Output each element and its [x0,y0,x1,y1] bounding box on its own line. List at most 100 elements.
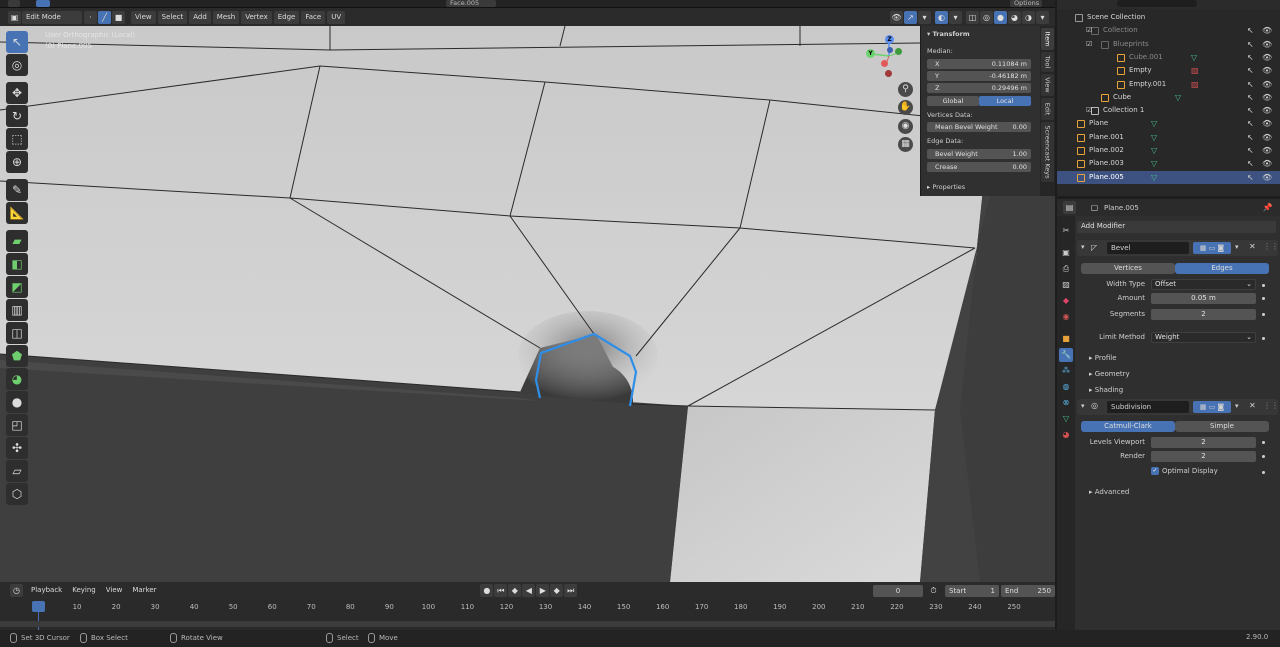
bevel-visibility-toggles[interactable]: ▦ ▭ ◙ [1193,242,1231,254]
loop-cut-icon[interactable]: ▥ [6,299,28,321]
render-levels-field[interactable]: 2 [1151,451,1256,462]
tab-tool[interactable]: Tool [1041,52,1054,72]
bevel-weight-field[interactable]: Bevel Weight 1.00 [927,149,1031,159]
gizmo-dropdown-icon[interactable]: ▾ [918,10,931,24]
tab-item[interactable]: Item [1041,28,1054,50]
selectable-icon[interactable]: ↖ [1247,131,1254,144]
bevel-icon[interactable]: ◩ [6,276,28,298]
inset-icon[interactable]: ◧ [6,253,28,275]
amount-field[interactable]: 0.05 m [1151,293,1256,304]
shading-panel[interactable]: ▸ Shading [1089,386,1123,394]
image-data-icon[interactable]: ▨ [1191,64,1199,77]
mean-bevel-weight-field[interactable]: Mean Bevel Weight 0.00 [927,122,1031,132]
rip-region-icon[interactable]: ⬡ [6,483,28,505]
modifier-tab-icon[interactable]: 🔧 [1059,348,1073,362]
visibility-eye-icon[interactable]: 👁 [1262,171,1272,184]
gizmo-neg-x[interactable] [885,70,892,77]
exclude-checkbox-icon[interactable]: ☑ [1086,104,1092,117]
mesh-data-icon[interactable]: ▽ [1151,131,1157,144]
timeline-scrollbar[interactable] [0,621,1055,627]
object-tab-icon[interactable]: ■ [1059,332,1073,346]
local-toggle[interactable]: Local [979,96,1031,106]
jump-end-icon[interactable]: ⏭ [564,584,578,597]
outliner-row[interactable]: Plane.002 ▽ ↖ 👁 [1057,144,1280,157]
scene-tab-icon[interactable]: ◆ [1059,294,1073,308]
measure-icon[interactable]: 📐 [6,202,28,224]
scale-icon[interactable]: ⬚ [6,128,28,150]
tool-tab-icon[interactable]: ✂ [1059,224,1073,238]
solid-shading-icon[interactable]: ● [994,10,1007,24]
outliner-row[interactable]: Empty ▨ ↖ 👁 [1057,64,1280,77]
close-icon[interactable]: ✕ [1249,242,1256,251]
vertex-select-icon[interactable]: · [84,10,97,24]
shear-icon[interactable]: ▱ [6,460,28,482]
edge-slide-icon[interactable]: ◰ [6,414,28,436]
xray-icon[interactable]: ◫ [966,10,979,24]
shading-dropdown-icon[interactable]: ▾ [1036,10,1049,24]
outliner-row[interactable]: Plane ▽ ↖ 👁 [1057,117,1280,130]
wireframe-shading-icon[interactable]: ◎ [980,10,993,24]
menu-mesh[interactable]: Mesh [212,10,240,24]
mesh-data-tab-icon[interactable]: ▽ [1059,412,1073,426]
menu-playback[interactable]: Playback [27,584,66,597]
current-frame-field[interactable]: 0 [873,584,923,597]
edge-select-icon[interactable]: ╱ [98,10,111,24]
collapse-arrow-icon[interactable]: ▾ [1081,402,1085,410]
move-icon[interactable]: ✥ [6,82,28,104]
gizmo-z-axis[interactable]: Z [885,35,894,44]
geometry-panel[interactable]: ▸ Geometry [1089,370,1130,378]
menu-marker[interactable]: Marker [128,584,160,597]
menu-select[interactable]: Select [157,10,188,24]
face-select-icon[interactable]: ■ [112,10,125,24]
rendered-shading-icon[interactable]: ◑ [1022,10,1035,24]
face-name-field[interactable]: Face.005 [446,0,496,7]
keyframe-dot[interactable] [1262,337,1265,340]
mesh-data-icon[interactable]: ▽ [1151,144,1157,157]
simple-tab[interactable]: Simple [1175,421,1269,432]
world-tab-icon[interactable]: ◉ [1059,310,1073,324]
select-tool-icon[interactable] [36,0,50,7]
selectable-icon[interactable]: ↖ [1247,171,1254,184]
editor-type-button[interactable] [8,0,20,7]
particles-tab-icon[interactable]: ⁂ [1059,364,1073,378]
view-layer-tab-icon[interactable]: ▨ [1059,278,1073,292]
outliner-row[interactable]: Collection 1 ☑ ↖ 👁 [1057,104,1280,117]
add-modifier-dropdown[interactable]: Add Modifier [1077,221,1276,233]
overlay-toggle-icon[interactable]: ◐ [935,10,948,24]
output-tab-icon[interactable]: ⎙ [1059,262,1073,276]
play-reverse-icon[interactable]: ◀ [522,584,536,597]
collapse-arrow-icon[interactable]: ▾ [1081,243,1085,251]
gizmo-x-axis[interactable] [881,60,888,67]
overlay-dropdown-icon[interactable]: ▾ [949,10,962,24]
visibility-eye-icon[interactable]: 👁 [1262,24,1272,37]
drag-handle-icon[interactable]: ⋮⋮ [1263,401,1279,410]
bevel-edges-tab[interactable]: Edges [1175,263,1269,274]
exclude-checkbox-icon[interactable]: ☑ [1086,38,1092,51]
pin-icon[interactable]: 📌 [1261,201,1274,214]
visibility-eye-icon[interactable]: 👁 [1262,117,1272,130]
bevel-modifier-header[interactable]: ▾ ◸ Bevel ▦ ▭ ◙ ▾ ✕ ⋮⋮ [1077,240,1279,256]
catmull-clark-tab[interactable]: Catmull-Clark [1081,421,1175,432]
menu-uv[interactable]: UV [327,10,346,24]
timeline-editor-icon[interactable]: ◷ [10,584,23,597]
physics-tab-icon[interactable]: ◍ [1059,380,1073,394]
selectable-icon[interactable]: ↖ [1247,51,1254,64]
end-frame-field[interactable]: End 250 [1000,584,1055,597]
selectable-icon[interactable]: ↖ [1247,64,1254,77]
optimal-display-checkbox[interactable]: ✓ Optimal Display [1151,467,1218,475]
selectable-icon[interactable]: ↖ [1247,91,1254,104]
start-frame-field[interactable]: Start 1 [944,584,999,597]
spin-icon[interactable]: ◕ [6,368,28,390]
menu-edge[interactable]: Edge [273,10,300,24]
menu-vertex[interactable]: Vertex [241,10,272,24]
bevel-vertices-tab[interactable]: Vertices [1081,263,1175,274]
gizmo-toggle-icon[interactable]: ↗ [904,10,917,24]
mode-dropdown[interactable]: Edit Mode [22,10,82,24]
keyframe-dot[interactable] [1262,284,1265,287]
tab-screencast-keys[interactable]: Screencast Keys [1041,122,1054,182]
navigation-gizmo[interactable]: Z Y [864,34,914,84]
tab-edit[interactable]: Edit [1041,98,1054,120]
exclude-checkbox-icon[interactable]: ☑ [1086,24,1092,37]
mesh-data-icon[interactable]: ▽ [1175,91,1181,104]
editor-type-icon[interactable]: ▣ [8,10,21,24]
